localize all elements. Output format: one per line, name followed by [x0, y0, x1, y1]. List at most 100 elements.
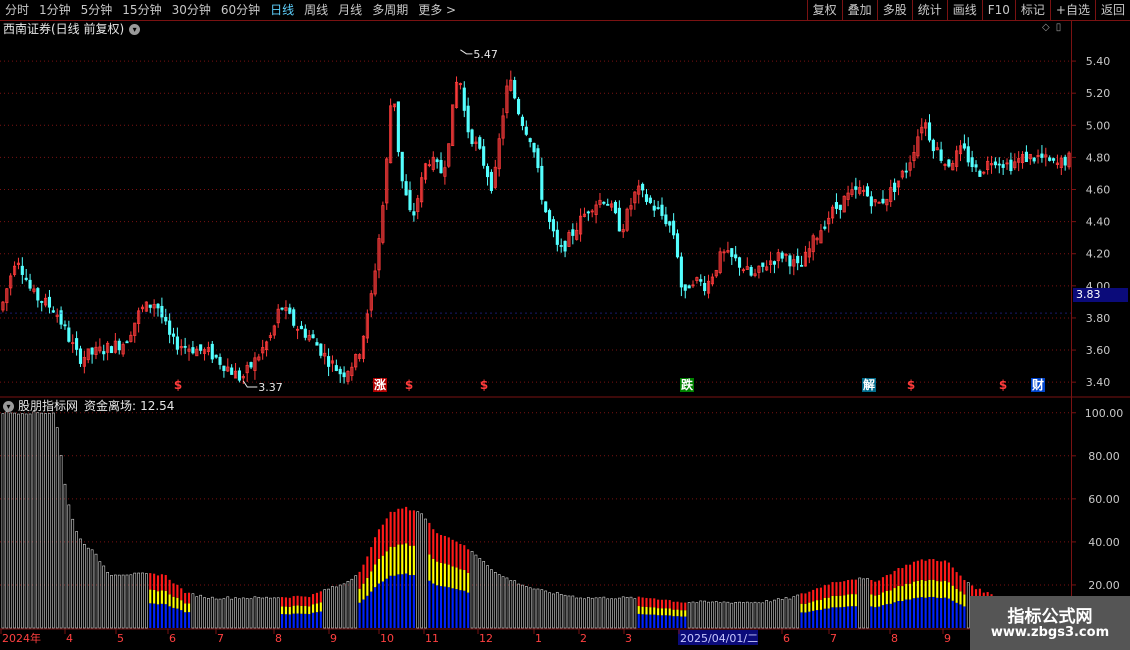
candle-body — [563, 240, 567, 252]
indicator-bar-white — [63, 483, 67, 629]
indicator-bar-yellow — [447, 564, 450, 588]
indicator-bar-blue — [823, 608, 826, 628]
kline-chart[interactable]: 5.405.205.004.804.604.404.204.003.803.60… — [0, 0, 1130, 650]
indicator-bar-yellow — [839, 595, 842, 608]
candle-body — [237, 370, 241, 381]
indicator-bar-white — [757, 602, 761, 629]
indicator-bar-blue — [176, 608, 179, 628]
indicator-bar-white — [36, 412, 40, 629]
candle-body — [679, 256, 683, 288]
candle-body — [435, 159, 439, 163]
y-tick-label: 5.20 — [1086, 87, 1111, 100]
indicator-bar-red — [668, 600, 671, 609]
indicator-bar-blue — [389, 575, 392, 628]
indicator-bar-red — [304, 596, 307, 607]
indicator-bar-red — [432, 529, 435, 559]
indicator-bar-white — [633, 598, 637, 629]
indicator-bar-white — [113, 574, 117, 629]
candle-body — [466, 105, 470, 133]
indicator-bar-blue — [153, 603, 156, 628]
indicator-bar-red — [955, 572, 958, 589]
candle-body — [571, 229, 575, 236]
indicator-bar-white — [501, 576, 505, 629]
indicator-bar-red — [292, 596, 295, 606]
indicator-bar-white — [261, 597, 265, 629]
candle-body — [396, 101, 400, 153]
indicator-y-label: 80.00 — [1088, 450, 1120, 463]
indicator-bar-yellow — [308, 606, 311, 615]
indicator-bar-blue — [684, 616, 687, 628]
indicator-bar-white — [249, 598, 253, 629]
indicator-bar-white — [517, 583, 520, 629]
indicator-bar-white — [707, 601, 710, 629]
indicator-bar-yellow — [443, 563, 446, 587]
indicator-bar-white — [761, 602, 765, 629]
x-axis-label: 12 — [479, 632, 493, 645]
indicator-bar-yellow — [951, 585, 954, 601]
indicator-bar-yellow — [850, 594, 854, 607]
indicator-bar-white — [272, 597, 276, 629]
indicator-bar-yellow — [657, 608, 660, 616]
indicator-bar-yellow — [381, 555, 384, 582]
indicator-bar-white — [966, 582, 970, 629]
event-marker: $ — [405, 378, 413, 392]
indicator-bar-white — [424, 518, 427, 629]
indicator-bar-blue — [816, 610, 819, 628]
watermark: 指标公式网 www.zbgs3.com — [970, 596, 1130, 650]
candle-body — [602, 201, 606, 204]
indicator-bar-red — [439, 534, 443, 563]
indicator-bar-blue — [963, 606, 966, 628]
candle-body — [148, 304, 152, 308]
indicator-series-label: 资金离场: — [84, 399, 137, 413]
indicator-bar-white — [536, 588, 540, 629]
indicator-bar-white — [625, 597, 629, 629]
candle-body — [1051, 158, 1056, 161]
indicator-bar-yellow — [819, 599, 823, 610]
indicator-bar-white — [773, 599, 776, 629]
indicator-bar-blue — [284, 614, 288, 628]
candle-body — [280, 307, 284, 310]
indicator-bar-yellow — [412, 545, 415, 576]
indicator-bar-white — [486, 565, 489, 629]
indicator-bar-white — [792, 596, 796, 629]
indicator-bar-yellow — [455, 567, 458, 590]
indicator-bar-white — [1, 413, 5, 629]
indicator-bar-white — [482, 561, 486, 629]
indicator-bar-white — [703, 600, 707, 629]
indicator-bar-white — [106, 572, 109, 629]
indicator-bar-blue — [405, 573, 408, 628]
event-marker: $ — [907, 378, 915, 392]
indicator-bar-white — [257, 597, 261, 629]
indicator-bar-white — [354, 575, 358, 629]
indicator-bar-yellow — [955, 588, 958, 603]
indicator-bar-white — [210, 596, 214, 629]
indicator-bar-yellow — [156, 591, 160, 605]
y-tick-label: 3.80 — [1086, 312, 1111, 325]
indicator-bar-red — [680, 602, 683, 611]
indicator-bar-yellow — [428, 554, 431, 581]
indicator-bar-yellow — [187, 603, 191, 613]
indicator-bar-white — [214, 598, 218, 629]
indicator-bar-white — [133, 572, 137, 629]
indicator-bar-yellow — [315, 603, 319, 613]
indicator-bar-yellow — [358, 588, 361, 603]
chevron-down-icon[interactable]: ▾ — [3, 400, 14, 412]
indicator-bar-white — [207, 598, 210, 629]
candle-body — [28, 279, 32, 289]
indicator-bar-blue — [447, 587, 450, 628]
indicator-bar-red — [843, 581, 846, 596]
indicator-bar-red — [645, 597, 648, 607]
indicator-bar-white — [117, 574, 121, 629]
x-axis-label: 11 — [425, 632, 439, 645]
candle-body — [966, 146, 970, 163]
indicator-bar-white — [24, 413, 28, 629]
indicator-bar-yellow — [912, 581, 916, 599]
candle-body — [675, 233, 680, 258]
indicator-bar-yellow — [637, 606, 640, 614]
indicator-bar-blue — [443, 586, 446, 628]
candle-body — [168, 320, 172, 335]
indicator-bar-blue — [940, 598, 943, 628]
candle-body — [1009, 159, 1013, 172]
candle-body — [117, 340, 121, 351]
indicator-bar-blue — [664, 615, 667, 628]
